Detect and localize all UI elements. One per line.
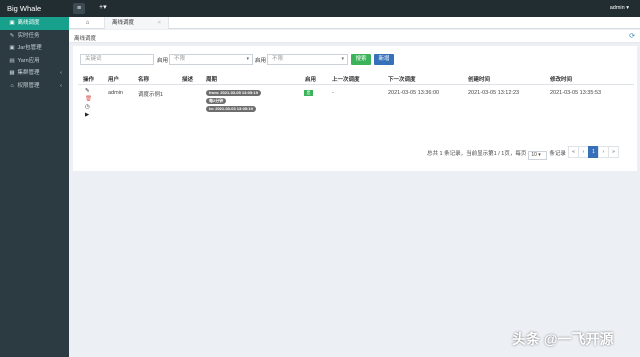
- sidebar: ▣ 离线调度 ✎ 实时任务 ▣ Jar包管理 ▤ Yarn应用 ▦ 集群管理 ‹…: [0, 17, 69, 357]
- add-button[interactable]: 新增: [374, 54, 394, 65]
- sidebar-item-label: 集群管理: [17, 70, 40, 77]
- watermark: 头条 @一飞开源: [512, 331, 614, 347]
- sidebar-item-label: 离线调度: [17, 20, 40, 26]
- row-next-run: 2021-03-05 13:36:00: [388, 90, 440, 96]
- sidebar-item-yarn-apps[interactable]: ▤ Yarn应用: [0, 55, 69, 68]
- select-value: 不限: [272, 56, 284, 62]
- column-header-next-run: 下一次调度: [388, 77, 416, 83]
- sidebar-item-label: 权限管理: [17, 82, 40, 89]
- pagination: « ‹ 1 › »: [568, 146, 619, 158]
- column-header-description: 描述: [182, 77, 194, 83]
- menu-toggle-button[interactable]: ≡: [73, 3, 85, 14]
- sidebar-item-label: Yarn应用: [17, 57, 40, 64]
- main-panel: 关键词 启用 不限 ▾ 启用 不限 ▾ 搜索 新增 操作 用户 名称 描述 周期…: [73, 46, 637, 171]
- column-header-cycle: 周期: [206, 77, 218, 83]
- page-size-value: 10: [531, 152, 537, 158]
- tab-label: 离线调度: [112, 20, 135, 26]
- sidebar-item-label: 实时任务: [17, 32, 40, 39]
- package-icon: ▣: [9, 45, 15, 52]
- enable-select-2[interactable]: 不限 ▾: [267, 54, 348, 65]
- delete-icon[interactable]: 🗑: [85, 96, 92, 102]
- column-header-name: 名称: [138, 77, 150, 83]
- sidebar-item-offline-schedule[interactable]: ▣ 离线调度: [0, 17, 69, 30]
- sidebar-item-jar-management[interactable]: ▣ Jar包管理: [0, 42, 69, 55]
- cycle-interval-badge: 每2分钟: [206, 98, 227, 104]
- last-page-button[interactable]: »: [608, 146, 619, 158]
- schedule-icon: ▣: [9, 20, 15, 26]
- home-tab-icon[interactable]: ⌂: [81, 17, 94, 29]
- row-modified: 2021-03-05 13:35:53: [550, 90, 602, 96]
- tab-offline-schedule[interactable]: 离线调度 ×: [104, 17, 169, 29]
- summary-prefix: 总共 1 条记录，当前显示第1 / 1页，每页: [427, 151, 527, 157]
- page-title: 离线调度: [74, 35, 97, 42]
- breadcrumb: 离线调度 ⟳: [69, 30, 640, 43]
- close-icon[interactable]: ×: [158, 17, 161, 29]
- edit-icon: ✎: [9, 32, 15, 39]
- top-navbar: Big Whale ≡ +▾ admin ▾: [0, 0, 640, 17]
- select-value: 不限: [174, 56, 186, 62]
- brand-logo[interactable]: Big Whale: [7, 4, 41, 13]
- column-header-modified: 修改时间: [550, 77, 573, 83]
- user-menu[interactable]: admin ▾: [610, 5, 629, 11]
- sidebar-item-cluster-management[interactable]: ▦ 集群管理 ‹: [0, 67, 69, 80]
- enabled-badge: 是: [304, 90, 313, 96]
- chevron-down-icon: ▾: [341, 56, 344, 62]
- summary-suffix: 条记录: [549, 151, 566, 157]
- cycle-from-badge: from: 2021-03-05 13:05:19: [206, 90, 261, 96]
- chevron-down-icon: ▾: [246, 56, 249, 62]
- history-icon[interactable]: ◷: [85, 104, 90, 110]
- sidebar-item-realtime-task[interactable]: ✎ 实时任务: [0, 30, 69, 43]
- page-size-select[interactable]: 10 ▾: [528, 151, 548, 160]
- sidebar-item-label: Jar包管理: [17, 45, 42, 52]
- row-name: 调度示例1: [138, 92, 164, 98]
- column-header-enabled: 启用: [305, 77, 317, 83]
- home-icon: ⌂: [10, 82, 14, 89]
- tab-bar: ⌂ 离线调度 ×: [69, 17, 640, 29]
- enable-filter-label: 启用: [255, 58, 267, 64]
- header-divider: [78, 84, 634, 85]
- add-dropdown-button[interactable]: +▾: [99, 3, 107, 11]
- row-user: admin: [108, 90, 123, 96]
- pagination-summary: 总共 1 条记录，当前显示第1 / 1页，每页 10 ▾ 条记录: [427, 149, 566, 160]
- play-icon[interactable]: ▶: [85, 112, 89, 118]
- edit-icon[interactable]: ✎: [85, 88, 90, 94]
- column-header-created: 创建时间: [468, 77, 491, 83]
- search-button[interactable]: 搜索: [351, 54, 371, 65]
- list-icon: ▤: [9, 57, 15, 64]
- enable-select-1[interactable]: 不限 ▾: [169, 54, 253, 65]
- column-header-last-run: 上一次调度: [332, 77, 360, 83]
- refresh-icon[interactable]: ⟳: [629, 32, 635, 40]
- sidebar-item-permission-management[interactable]: ⌂ 权限管理 ‹: [0, 80, 69, 93]
- column-header-user: 用户: [108, 77, 120, 83]
- enable-filter-label: 启用: [157, 58, 169, 64]
- row-created: 2021-03-05 13:12:23: [468, 90, 520, 96]
- row-last-run: -: [332, 90, 334, 96]
- cycle-to-badge: to: 2021-03-03 13:05:19: [206, 106, 256, 112]
- chevron-left-icon: ‹: [60, 70, 62, 77]
- cluster-icon: ▦: [9, 70, 15, 77]
- keyword-input[interactable]: 关键词: [80, 54, 154, 65]
- column-header-ops: 操作: [83, 77, 95, 83]
- chevron-left-icon: ‹: [60, 82, 62, 89]
